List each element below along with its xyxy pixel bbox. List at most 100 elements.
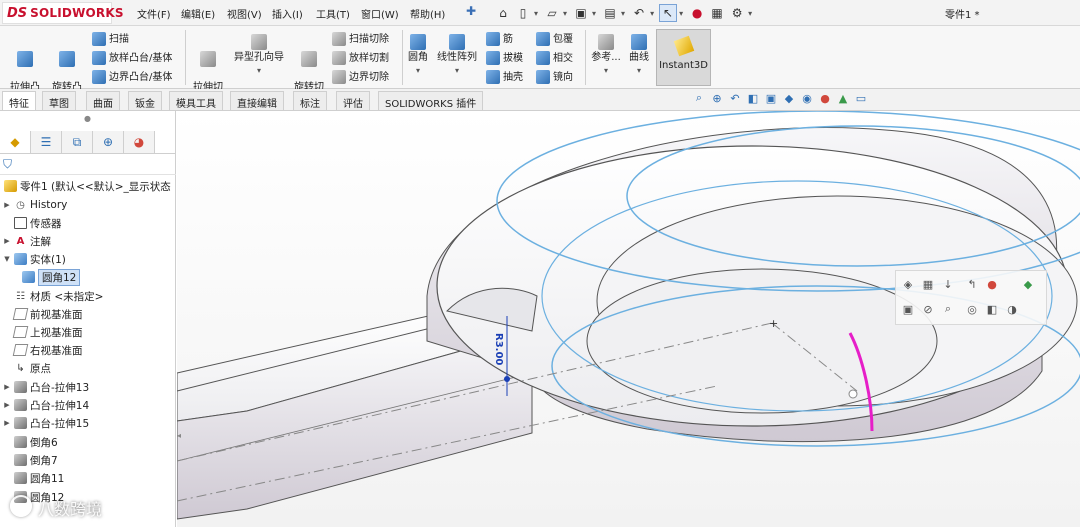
save-icon[interactable]: ▣: [572, 4, 590, 22]
display-manager-tab-icon[interactable]: ◕: [124, 131, 155, 153]
tree-item-body-fillet12[interactable]: 圆角12: [20, 268, 81, 286]
expand-arrow-icon[interactable]: ▶: [2, 201, 12, 209]
tree-item-chamfer6[interactable]: 倒角6: [2, 433, 58, 451]
tree-item-fillet11[interactable]: 圆角11: [2, 469, 64, 487]
instant3d-button[interactable]: Instant3D: [656, 29, 711, 86]
traffic-light-icon[interactable]: ●: [688, 4, 706, 22]
loft-cut-button[interactable]: 放样切割: [332, 51, 389, 65]
tab-surfaces[interactable]: 曲面: [86, 91, 120, 110]
draft-button[interactable]: 拔模: [486, 51, 523, 65]
menu-window[interactable]: 窗口(W): [361, 6, 399, 21]
menu-tools[interactable]: 工具(T): [316, 6, 350, 21]
edit-appearance-icon[interactable]: ●: [818, 91, 832, 105]
tree-root-part[interactable]: 零件1 (默认<<默认>_显示状态: [2, 177, 171, 195]
boundary-boss-button[interactable]: 边界凸台/基体: [92, 70, 172, 84]
zoom-to-fit-icon[interactable]: ⌕: [692, 91, 706, 105]
linear-pattern-button[interactable]: 线性阵列 ▾: [433, 34, 481, 77]
scene-icon[interactable]: ◆: [1020, 276, 1036, 292]
edge-handle-point[interactable]: [848, 389, 858, 399]
feature-tree-tab-icon[interactable]: ◆: [0, 131, 31, 153]
tab-mold-tools[interactable]: 模具工具: [169, 91, 223, 110]
tab-sketch[interactable]: 草图: [42, 91, 76, 110]
display-icon[interactable]: ◑: [1004, 301, 1020, 317]
appearance-icon[interactable]: ●: [984, 276, 1000, 292]
expand-arrow-icon[interactable]: ▶: [2, 383, 12, 391]
shell-button[interactable]: 抽壳: [486, 70, 523, 84]
undo-icon[interactable]: ↶: [630, 4, 648, 22]
tab-direct-editing[interactable]: 直接编辑: [230, 91, 284, 110]
tree-item-sensors[interactable]: 传感器: [2, 214, 62, 232]
tree-item-front-plane[interactable]: 前视基准面: [2, 305, 83, 323]
tree-item-right-plane[interactable]: 右视基准面: [2, 341, 83, 359]
rib-button[interactable]: 筋: [486, 32, 513, 46]
options-gear-icon[interactable]: ⚙: [728, 4, 746, 22]
panel-collapse-handle[interactable]: ●: [84, 114, 91, 123]
print-icon[interactable]: ▤: [601, 4, 619, 22]
graphics-area[interactable]: + R3.00 ◈ ▦ ↓ ↰ ● ◆ ▣ ⊘ ⌕ ◎ ◧ ◑ ◂: [177, 111, 1080, 527]
configuration-manager-tab-icon[interactable]: ⧉: [62, 131, 93, 153]
tree-item-boss-extrude14[interactable]: ▶ 凸台-拉伸14: [2, 396, 89, 414]
reference-geometry-button[interactable]: 参考... ▾: [589, 34, 623, 77]
wrap-button[interactable]: 包覆: [536, 32, 573, 46]
sweep-cut-button[interactable]: 扫描切除: [332, 32, 389, 46]
view-orientation-icon[interactable]: ◧: [984, 301, 1000, 317]
property-manager-tab-icon[interactable]: ☰: [31, 131, 62, 153]
view-settings-icon[interactable]: ▭: [854, 91, 868, 105]
feature-tree-filter[interactable]: ⛉: [0, 155, 176, 175]
intersect-button[interactable]: 相交: [536, 51, 573, 65]
menu-file[interactable]: 文件(F): [137, 6, 171, 21]
tree-item-annotations[interactable]: ▶ A 注解: [2, 232, 51, 250]
previous-view-icon[interactable]: ↶: [728, 91, 742, 105]
radius-dimension-label[interactable]: R3.00: [493, 333, 504, 365]
pin-menu-icon[interactable]: ✚: [466, 4, 476, 18]
boundary-cut-button[interactable]: 边界切除: [332, 70, 389, 84]
normal-to-icon[interactable]: ▣: [900, 301, 916, 317]
isolate-icon[interactable]: ◎: [964, 301, 980, 317]
solidworks-logo[interactable]: DS SOLIDWORKS: [2, 2, 124, 24]
sweep-button[interactable]: 扫描: [92, 32, 129, 46]
undo-icon[interactable]: ↰: [964, 276, 980, 292]
tree-item-solid-bodies[interactable]: ▼ 实体(1): [2, 250, 66, 268]
display-style-icon[interactable]: ◆: [782, 91, 796, 105]
tab-markup[interactable]: 标注: [293, 91, 327, 110]
file-properties-icon[interactable]: ▦: [708, 4, 726, 22]
view-orientation-icon[interactable]: ▣: [764, 91, 778, 105]
edit-sketch-icon[interactable]: ▦: [920, 276, 936, 292]
curves-caret-icon[interactable]: ▾: [626, 64, 652, 77]
tree-item-chamfer7[interactable]: 倒角7: [2, 451, 58, 469]
reference-caret-icon[interactable]: ▾: [589, 64, 623, 77]
tree-item-history[interactable]: ▶ ◷ History: [2, 196, 67, 214]
hole-wizard-caret-icon[interactable]: ▾: [230, 64, 288, 77]
zoom-to-area-icon[interactable]: ⊕: [710, 91, 724, 105]
hide-show-items-icon[interactable]: ◉: [800, 91, 814, 105]
linear-pattern-caret-icon[interactable]: ▾: [433, 64, 481, 77]
loft-boss-button[interactable]: 放样凸台/基体: [92, 51, 172, 65]
expand-arrow-icon[interactable]: ▶: [2, 401, 12, 409]
hide-icon[interactable]: ⊘: [920, 301, 936, 317]
tree-item-boss-extrude13[interactable]: ▶ 凸台-拉伸13: [2, 378, 89, 396]
fillet-caret-icon[interactable]: ▾: [405, 64, 431, 77]
tree-item-top-plane[interactable]: 上视基准面: [2, 323, 83, 341]
fillet-button[interactable]: 圆角 ▾: [405, 34, 431, 77]
rollback-icon[interactable]: ↓: [940, 276, 956, 292]
curves-button[interactable]: 曲线 ▾: [626, 34, 652, 77]
new-file-icon[interactable]: ▯: [514, 4, 532, 22]
menu-insert[interactable]: 插入(I): [272, 6, 303, 21]
panel-expand-caret-icon[interactable]: ◂: [177, 431, 181, 440]
home-icon[interactable]: ⌂: [494, 4, 512, 22]
zoom-to-selection-icon[interactable]: ⌕: [940, 301, 956, 317]
mirror-button[interactable]: 镜向: [536, 70, 573, 84]
tree-item-boss-extrude15[interactable]: ▶ 凸台-拉伸15: [2, 414, 89, 432]
expand-arrow-icon[interactable]: ▶: [2, 237, 12, 245]
apply-scene-icon[interactable]: ▲: [836, 91, 850, 105]
hole-wizard-button[interactable]: 异型孔向导 ▾: [230, 34, 288, 77]
tab-sheet-metal[interactable]: 钣金: [128, 91, 162, 110]
tree-item-material[interactable]: ☷ 材质 <未指定>: [2, 287, 103, 305]
collapse-arrow-icon[interactable]: ▼: [2, 255, 12, 263]
dish-bottom[interactable]: [586, 268, 938, 414]
expand-arrow-icon[interactable]: ▶: [2, 419, 12, 427]
tab-features[interactable]: 特征: [2, 91, 36, 110]
menu-view[interactable]: 视图(V): [227, 6, 262, 21]
tree-item-origin[interactable]: ↳ 原点: [2, 359, 51, 377]
filter-icon[interactable]: ⛉: [3, 157, 12, 172]
